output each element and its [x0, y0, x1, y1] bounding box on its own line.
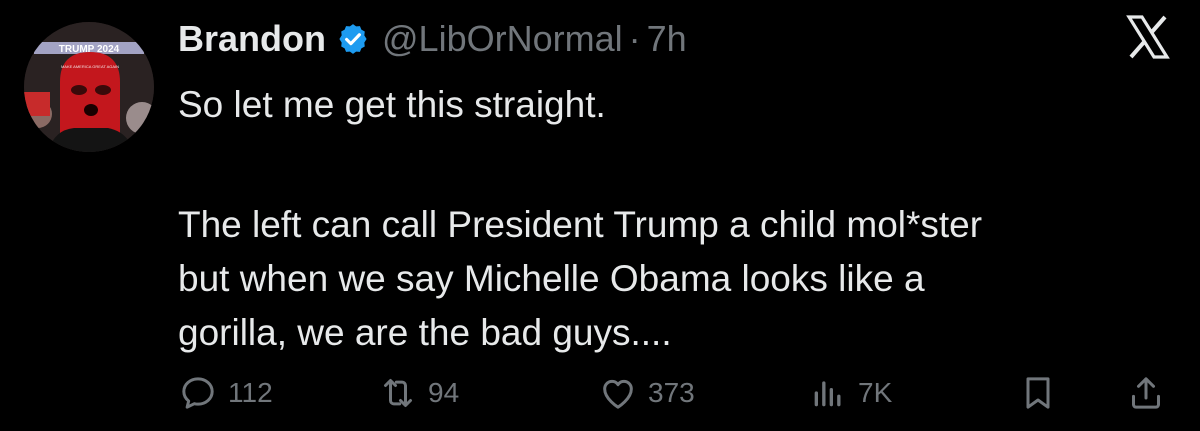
action-bar: 112 94 373 7K	[178, 370, 1168, 416]
heart-icon	[598, 373, 638, 413]
timestamp[interactable]: 7h	[647, 18, 687, 60]
tweet-header: Brandon @LibOrNormal · 7h	[178, 16, 687, 62]
reply-count: 112	[228, 377, 273, 408]
reply-button[interactable]: 112	[178, 370, 273, 416]
like-count: 373	[648, 377, 695, 408]
tweet-text: So let me get this straight. The left ca…	[178, 78, 1178, 360]
author-name[interactable]: Brandon	[178, 18, 326, 60]
separator-dot: ·	[628, 18, 641, 59]
repost-button[interactable]: 94	[378, 370, 459, 416]
views-button[interactable]: 7K	[808, 370, 892, 416]
tweet-text-line: but when we say Michelle Obama looks lik…	[178, 258, 925, 299]
bookmark-icon	[1018, 373, 1058, 413]
verified-badge-icon	[336, 22, 370, 56]
tweet-text-line: The left can call President Trump a chil…	[178, 204, 983, 245]
reply-icon	[178, 373, 218, 413]
avatar-hat-text: MAKE AMERICA GREAT AGAIN	[61, 64, 119, 69]
tweet-text-line: gorilla, we are the bad guys....	[178, 312, 672, 353]
like-button[interactable]: 373	[598, 370, 695, 416]
views-chart-icon	[808, 373, 848, 413]
x-logo-icon[interactable]	[1126, 14, 1170, 60]
avatar[interactable]: TRUMP 2024 MAKE AMERICA GREAT AGAIN	[24, 22, 154, 152]
share-icon	[1126, 373, 1166, 413]
author-handle[interactable]: @LibOrNormal	[382, 18, 623, 60]
repost-count: 94	[428, 377, 460, 408]
share-button[interactable]	[1126, 370, 1166, 416]
repost-icon	[378, 373, 418, 413]
views-count: 7K	[858, 377, 893, 408]
tweet-text-line: So let me get this straight.	[178, 84, 606, 125]
bookmark-button[interactable]	[1018, 370, 1058, 416]
tweet-card[interactable]: TRUMP 2024 MAKE AMERICA GREAT AGAIN Bran…	[0, 0, 1200, 431]
